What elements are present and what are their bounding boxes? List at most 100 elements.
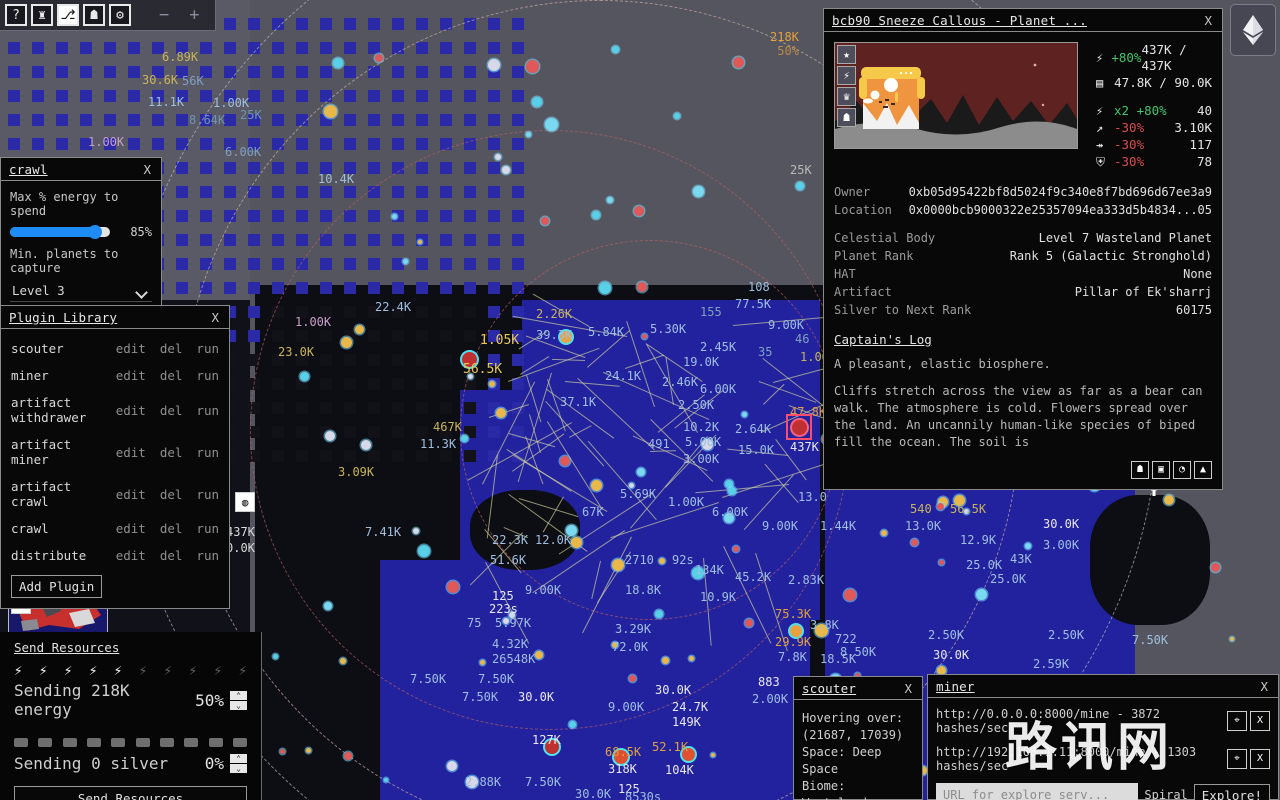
ethereum-wallet-button[interactable] <box>1230 4 1276 56</box>
miner-list[interactable]: http://0.0.0.0:8000/mine - 3872 hashes/s… <box>936 707 1270 773</box>
silver-bar-icon[interactable] <box>208 732 223 751</box>
crawl-level-select-wrap[interactable]: Level 0Level 1Level 2Level 3Level 4Level… <box>10 280 152 302</box>
bolt-icon[interactable]: ⚡ <box>837 66 856 85</box>
explore-button[interactable]: Explore! <box>1193 783 1270 800</box>
artifact-icon[interactable]: ◍ <box>235 492 255 512</box>
plugin-del-link[interactable]: del <box>160 487 183 502</box>
silver-stepper-up[interactable]: ⌃ <box>230 754 247 763</box>
miner-titlebar[interactable]: miner X <box>928 675 1278 698</box>
scouter-window[interactable]: scouter X Hovering over: (21687, 17039) Sp… <box>793 676 923 800</box>
plugin-library-close-button[interactable]: X <box>209 310 221 325</box>
crawl-energy-slider[interactable] <box>10 225 110 239</box>
plugin-edit-link[interactable]: edit <box>116 548 146 563</box>
hat-icon[interactable]: ◔ <box>1173 461 1191 479</box>
plugin-del-link[interactable]: del <box>160 445 183 460</box>
scouter-titlebar[interactable]: scouter X <box>794 677 922 700</box>
energy-bolt-icon[interactable]: ⚡ <box>214 664 222 678</box>
miner-remove-button[interactable]: X <box>1250 711 1270 731</box>
plugin-del-link[interactable]: del <box>160 368 183 383</box>
gift-icon[interactable]: ☗ <box>1131 461 1149 479</box>
energy-bolt-icon[interactable]: ⚡ <box>139 664 147 678</box>
plugin-del-link[interactable]: del <box>160 548 183 563</box>
planet-detail-window[interactable]: bcb90 Sneeze Callous - Planet ... X ★ ⚡ … <box>823 8 1223 490</box>
silver-bar-icon[interactable] <box>184 732 199 751</box>
energy-bolt-icon[interactable]: ⚡ <box>64 664 72 678</box>
send-resources-panel[interactable]: Send Resources ⚡ ⚡ ⚡ ⚡ ⚡ ⚡ ⚡ ⚡ ⚡ ⚡ Sending 218K e… <box>0 632 262 800</box>
planet-window-close-button[interactable]: X <box>1202 13 1214 28</box>
silver-bar-icon[interactable] <box>159 732 174 751</box>
trophy-icon[interactable]: ♜ <box>31 4 53 26</box>
miner-remove-button[interactable]: X <box>1250 749 1270 769</box>
plugin-edit-link[interactable]: edit <box>116 445 146 460</box>
crawl-close-button[interactable]: X <box>141 162 153 177</box>
energy-bolt-icon[interactable]: ⚡ <box>39 664 47 678</box>
planet-window-titlebar[interactable]: bcb90 Sneeze Callous - Planet ... X <box>824 9 1222 32</box>
energy-level-indicator[interactable]: ⚡ ⚡ ⚡ ⚡ ⚡ ⚡ ⚡ ⚡ ⚡ ⚡ <box>14 664 247 678</box>
plugin-run-link[interactable]: run <box>196 403 219 418</box>
silver-bar-icon[interactable] <box>62 732 77 751</box>
scouter-close-button[interactable]: X <box>902 681 914 696</box>
silver-stepper-down[interactable]: ⌄ <box>230 764 247 773</box>
miner-target-icon[interactable]: ⌖ <box>1227 749 1247 769</box>
energy-bolt-icon[interactable]: ⚡ <box>14 664 22 678</box>
crawl-energy-slider-row[interactable]: 85% <box>10 225 152 239</box>
energy-bolt-icon[interactable]: ⚡ <box>164 664 172 678</box>
deposit-icon[interactable]: ▣ <box>1152 461 1170 479</box>
gear-icon[interactable]: ⚙ <box>109 4 131 26</box>
selected-planet-marker[interactable] <box>786 414 812 440</box>
crawl-window-titlebar[interactable]: crawl X <box>1 158 161 181</box>
planet-artwork[interactable]: ★ ⚡ ♛ ☗ <box>834 42 1078 149</box>
plugin-edit-link[interactable]: edit <box>116 341 146 356</box>
energy-stepper-up[interactable]: ⌃ <box>230 690 247 700</box>
miner-target-icon[interactable]: ⌖ <box>1227 711 1247 731</box>
zoom-out-button[interactable]: − <box>149 5 179 25</box>
plugin-edit-link[interactable]: edit <box>116 368 146 383</box>
silver-bar-icon[interactable] <box>14 732 28 751</box>
top-toolbar[interactable]: ? ♜ ⎇ ☗ ⚙ − + <box>0 0 216 31</box>
star-icon[interactable]: ★ <box>837 45 856 64</box>
plugin-library-titlebar[interactable]: Plugin Library X <box>1 306 229 329</box>
plugin-run-link[interactable]: run <box>196 487 219 502</box>
plugin-edit-link[interactable]: edit <box>116 487 146 502</box>
zoom-controls[interactable]: − + <box>149 5 210 25</box>
silver-bar-icon[interactable] <box>232 732 247 751</box>
energy-stepper-down[interactable]: ⌄ <box>230 700 247 710</box>
miner-window[interactable]: miner X http://0.0.0.0:8000/mine - 3872 … <box>927 674 1279 800</box>
planet-action-buttons[interactable]: ☗ ▣ ◔ ▲ <box>834 461 1212 479</box>
upgrade-icon[interactable]: ▲ <box>1194 461 1212 479</box>
plugin-del-link[interactable]: del <box>160 403 183 418</box>
energy-stepper[interactable]: ⌃ ⌄ <box>230 690 247 710</box>
crown-icon[interactable]: ♛ <box>837 87 856 106</box>
plugin-edit-link[interactable]: edit <box>116 521 146 536</box>
explore-row[interactable]: Spiral Explore! <box>936 783 1270 800</box>
gift-icon[interactable]: ☗ <box>83 4 105 26</box>
explore-url-input[interactable] <box>936 783 1139 800</box>
plugin-edit-link[interactable]: edit <box>116 403 146 418</box>
silver-bar-icon[interactable] <box>86 732 101 751</box>
gift-icon[interactable]: ☗ <box>837 108 856 127</box>
energy-bolt-icon[interactable]: ⚡ <box>89 664 97 678</box>
plugin-run-link[interactable]: run <box>196 341 219 356</box>
energy-bolt-icon[interactable]: ⚡ <box>238 664 246 678</box>
plugin-run-link[interactable]: run <box>196 368 219 383</box>
zoom-in-button[interactable]: + <box>179 5 209 25</box>
silver-stepper[interactable]: ⌃ ⌄ <box>230 754 247 773</box>
silver-bar-icon[interactable] <box>38 732 53 751</box>
energy-bolt-icon[interactable]: ⚡ <box>189 664 197 678</box>
add-plugin-button[interactable]: Add Plugin <box>11 575 103 598</box>
plugin-library-window[interactable]: Plugin Library X scouter edit del run miner e… <box>0 305 230 609</box>
energy-bolt-icon[interactable]: ⚡ <box>114 664 122 678</box>
plugin-del-link[interactable]: del <box>160 521 183 536</box>
plugin-icon[interactable]: ⎇ <box>57 4 79 26</box>
crawl-level-select[interactable]: Level 0Level 1Level 2Level 3Level 4Level… <box>10 280 152 302</box>
miner-close-button[interactable]: X <box>1258 679 1270 694</box>
send-resources-button[interactable]: Send Resources <box>14 786 247 800</box>
plugin-run-link[interactable]: run <box>196 548 219 563</box>
plugin-run-link[interactable]: run <box>196 521 219 536</box>
plugin-list[interactable]: scouter edit del run miner edit del run artifact… <box>11 335 219 569</box>
silver-bar-icon[interactable] <box>111 732 126 751</box>
planet-art-buttons[interactable]: ★ ⚡ ♛ ☗ <box>837 45 856 127</box>
plugin-run-link[interactable]: run <box>196 445 219 460</box>
plugin-del-link[interactable]: del <box>160 341 183 356</box>
silver-level-indicator[interactable] <box>14 732 247 751</box>
